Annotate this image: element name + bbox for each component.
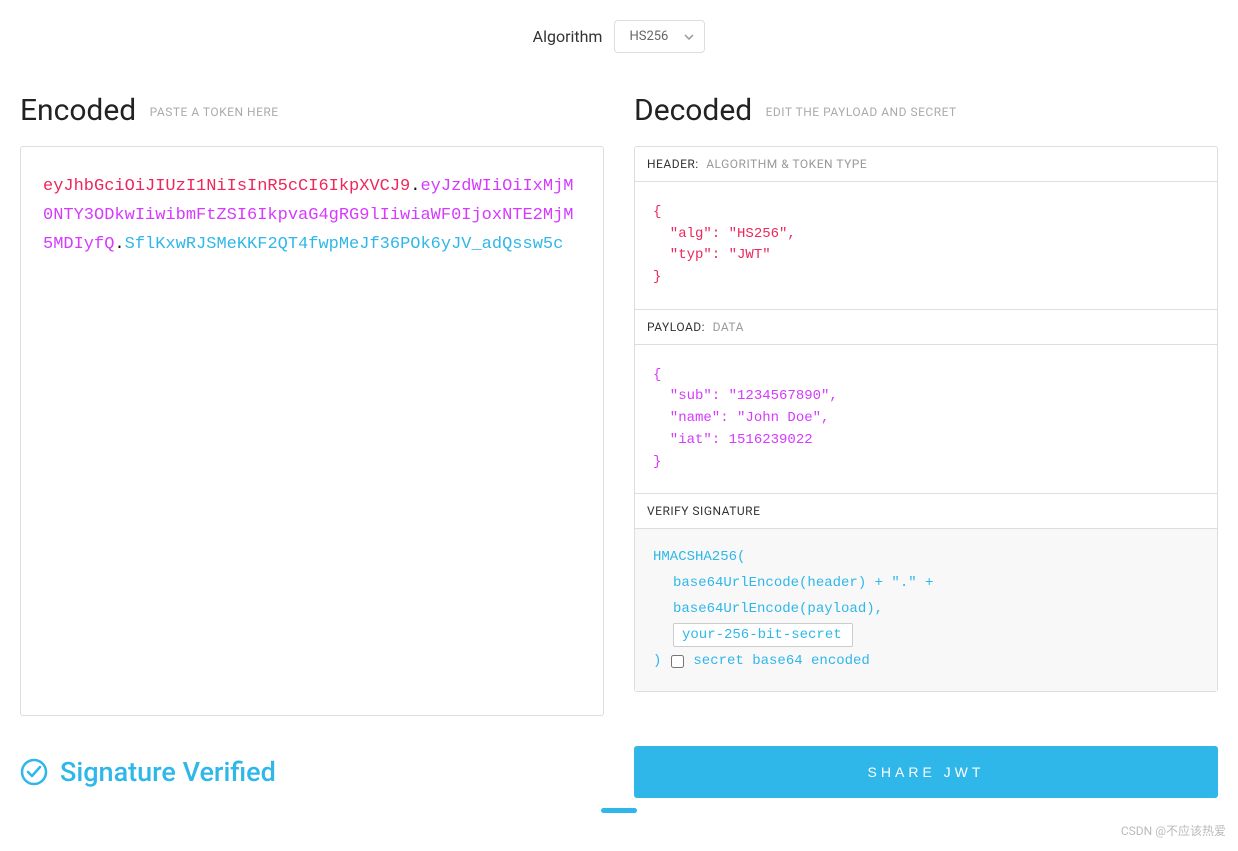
algorithm-row: Algorithm HS256 — [20, 20, 1218, 53]
decoded-title: Decoded EDIT THE PAYLOAD AND SECRET — [634, 93, 1218, 128]
chevron-down-icon — [684, 34, 694, 40]
decoded-subtitle: EDIT THE PAYLOAD AND SECRET — [766, 105, 957, 119]
sig-line-1: HMACSHA256( — [653, 545, 1199, 571]
share-jwt-button[interactable]: SHARE JWT — [634, 746, 1218, 798]
signature-label: VERIFY SIGNATURE — [647, 504, 760, 518]
watermark: CSDN @不应该热爱 — [1121, 822, 1226, 839]
bottom-row: Signature Verified SHARE JWT — [20, 746, 1218, 798]
algorithm-select[interactable]: HS256 — [614, 20, 705, 53]
token-dot: . — [410, 177, 420, 196]
encoded-column: Encoded PASTE A TOKEN HERE eyJhbGciOiJIU… — [20, 93, 604, 716]
check-circle-icon — [20, 758, 48, 786]
signature-body: HMACSHA256( base64UrlEncode(header) + ".… — [635, 529, 1217, 690]
header-label: HEADER: — [647, 157, 699, 171]
decoded-box: HEADER: ALGORITHM & TOKEN TYPE { "alg": … — [634, 146, 1218, 692]
secret-base64-checkbox[interactable] — [671, 655, 684, 668]
algorithm-selected: HS256 — [629, 29, 668, 44]
token-signature: SflKxwRJSMeKKF2QT4fwpMeJf36POk6yJV_adQss… — [125, 235, 564, 254]
header-json[interactable]: { "alg": "HS256", "typ": "JWT" } — [635, 182, 1217, 310]
secret-input[interactable] — [673, 623, 853, 647]
encoded-title: Encoded PASTE A TOKEN HERE — [20, 93, 604, 128]
payload-json[interactable]: { "sub": "1234567890", "name": "John Doe… — [635, 345, 1217, 494]
payload-section-label: PAYLOAD: DATA — [635, 310, 1217, 345]
payload-label: PAYLOAD: — [647, 320, 705, 334]
signature-section-label: VERIFY SIGNATURE — [635, 494, 1217, 529]
token-header: eyJhbGciOiJIUzI1NiIsInR5cCI6IkpXVCJ9 — [43, 177, 410, 196]
sig-line-2: base64UrlEncode(header) + "." + — [653, 571, 1199, 597]
header-sublabel: ALGORITHM & TOKEN TYPE — [706, 157, 867, 171]
resize-handle[interactable] — [601, 808, 637, 813]
encoded-token-box[interactable]: eyJhbGciOiJIUzI1NiIsInR5cCI6IkpXVCJ9.eyJ… — [20, 146, 604, 716]
encoded-title-text: Encoded — [20, 93, 136, 128]
main-columns: Encoded PASTE A TOKEN HERE eyJhbGciOiJIU… — [20, 93, 1218, 716]
sig-close-paren: ) — [653, 649, 661, 675]
encoded-subtitle: PASTE A TOKEN HERE — [150, 105, 279, 119]
header-section-label: HEADER: ALGORITHM & TOKEN TYPE — [635, 147, 1217, 182]
payload-sublabel: DATA — [713, 320, 744, 334]
algorithm-label: Algorithm — [533, 27, 603, 46]
decoded-column: Decoded EDIT THE PAYLOAD AND SECRET HEAD… — [634, 93, 1218, 692]
sig-line-3: base64UrlEncode(payload), — [653, 597, 1199, 623]
sig-line-5: ) secret base64 encoded — [653, 649, 870, 675]
token-dot: . — [114, 235, 124, 254]
decoded-title-text: Decoded — [634, 93, 752, 128]
signature-verified: Signature Verified — [20, 746, 604, 798]
verified-text: Signature Verified — [60, 756, 276, 788]
secret-base64-label: secret base64 encoded — [693, 649, 869, 675]
